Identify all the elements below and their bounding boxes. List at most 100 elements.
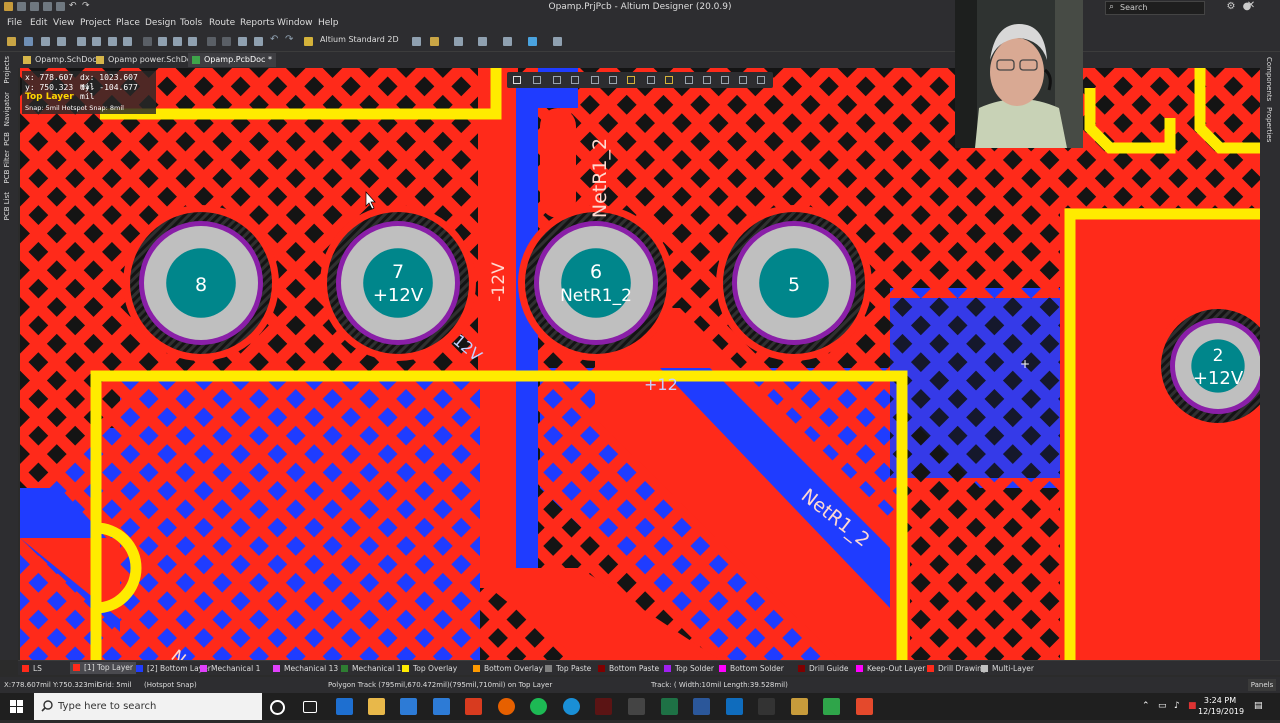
panel-tab-pcb[interactable]: PCB — [3, 132, 11, 146]
menu-edit[interactable]: Edit — [30, 18, 47, 28]
edge-icon[interactable] — [336, 698, 353, 715]
undo-icon[interactable]: ↶ — [270, 34, 279, 45]
view-mode-select[interactable]: Altium Standard 2D — [320, 35, 399, 47]
word-icon[interactable] — [693, 698, 710, 715]
save-icon[interactable] — [24, 37, 33, 46]
excel-icon[interactable] — [661, 698, 678, 715]
pcb-canvas[interactable]: 87+12V6NetR1_2 52+12V NetR1_2 -12V 12V +1… — [20, 68, 1260, 660]
string-icon[interactable] — [739, 76, 747, 84]
menu-window[interactable]: Window — [277, 18, 313, 28]
firefox-icon[interactable] — [498, 698, 515, 715]
pad-7[interactable]: 7+12V — [320, 205, 476, 361]
tray-expand-icon[interactable]: ⌃ — [1142, 701, 1150, 711]
zoom-fit-icon[interactable] — [77, 37, 86, 46]
layer-tab-keep-out-layer[interactable]: Keep-Out Layer — [856, 664, 925, 673]
start-button[interactable] — [0, 693, 34, 720]
notification-icon[interactable]: ▤ — [1254, 701, 1263, 711]
panel-tab-pcb-list[interactable]: PCB List — [3, 192, 11, 220]
pad-6[interactable]: 6 NetR1_2 — [518, 205, 674, 361]
app-icon[interactable] — [823, 698, 840, 715]
layer-tab-bottom-overlay[interactable]: Bottom Overlay — [473, 664, 543, 673]
menu-design[interactable]: Design — [145, 18, 176, 28]
align-icon[interactable] — [454, 37, 463, 46]
place-icon[interactable] — [478, 37, 487, 46]
filter-icon[interactable] — [513, 76, 521, 84]
fill-icon[interactable] — [685, 76, 693, 84]
redo-icon[interactable]: ↷ — [285, 34, 294, 45]
move-icon[interactable] — [222, 37, 231, 46]
cross-probe-icon[interactable] — [304, 37, 313, 46]
dimension-icon[interactable] — [503, 37, 512, 46]
clock[interactable]: 3:24 PM 12/19/2019 — [1198, 695, 1244, 717]
settings-icon[interactable]: ⚙ — [1224, 1, 1238, 13]
menu-project[interactable]: Project — [80, 18, 111, 28]
select-icon[interactable] — [571, 76, 579, 84]
via-icon[interactable] — [665, 76, 673, 84]
close-icon[interactable]: ✕ — [1244, 0, 1258, 12]
menu-reports[interactable]: Reports — [240, 18, 275, 28]
grid-icon[interactable] — [553, 37, 562, 46]
panel-tab-pcb-filter[interactable]: PCB Filter — [3, 150, 11, 183]
layer-tab-bottom-solder[interactable]: Bottom Solder — [719, 664, 784, 673]
network-icon[interactable]: ▭ — [1158, 701, 1167, 711]
paste-icon[interactable] — [173, 37, 182, 46]
pad-8[interactable]: 8 — [123, 205, 279, 361]
align-icon[interactable] — [591, 76, 599, 84]
tab-opamp-power-schdoc[interactable]: Opamp power.SchDoc — [92, 53, 200, 67]
layer-tab-mechanical-15[interactable]: Mechanical 15 — [341, 664, 406, 673]
tab-opamp-schdoc[interactable]: Opamp.SchDoc — [19, 53, 101, 67]
menu-view[interactable]: View — [53, 18, 74, 28]
cut-icon[interactable] — [143, 37, 152, 46]
copy-icon[interactable] — [158, 37, 167, 46]
layer-tab-multi-layer[interactable]: Multi-Layer — [981, 664, 1034, 673]
dimension-icon[interactable] — [721, 76, 729, 84]
layer-tab-mechanical-1[interactable]: Mechanical 1 — [200, 664, 260, 673]
cortana-icon[interactable] — [270, 700, 285, 715]
app-icon[interactable] — [758, 698, 775, 715]
line-icon[interactable] — [757, 76, 765, 84]
route-icon[interactable] — [430, 37, 439, 46]
volume-icon[interactable]: ♪ — [1174, 701, 1180, 711]
filezilla-icon[interactable] — [465, 698, 482, 715]
layer-tab-drill-drawing[interactable]: Drill Drawing — [927, 664, 987, 673]
store-icon[interactable] — [400, 698, 417, 715]
print-preview-icon[interactable] — [57, 37, 66, 46]
select-area-icon[interactable] — [207, 37, 216, 46]
panel-tab-navigator[interactable]: Navigator — [3, 92, 11, 126]
layer-tab-mechanical-13[interactable]: Mechanical 13 — [273, 664, 338, 673]
route-icon[interactable] — [627, 76, 635, 84]
layer-tab-drill-guide[interactable]: Drill Guide — [798, 664, 849, 673]
layer-tab-bottom-paste[interactable]: Bottom Paste — [598, 664, 659, 673]
rubber-stamp-icon[interactable] — [188, 37, 197, 46]
app-icon[interactable] — [595, 698, 612, 715]
mail-icon[interactable] — [433, 698, 450, 715]
menu-place[interactable]: Place — [116, 18, 140, 28]
zoom-area-icon[interactable] — [92, 37, 101, 46]
panel-tab-projects[interactable]: Projects — [3, 56, 11, 84]
search-box[interactable]: ⌕ Search — [1105, 1, 1205, 15]
print-icon[interactable] — [41, 37, 50, 46]
menu-tools[interactable]: Tools — [180, 18, 202, 28]
open-folder-icon[interactable] — [7, 37, 16, 46]
zoom-selected-icon[interactable] — [108, 37, 117, 46]
layer-tab-1-top-layer[interactable]: [1] Top Layer — [70, 662, 136, 674]
file-explorer-icon[interactable] — [368, 698, 385, 715]
taskbar-search[interactable]: Type here to search — [34, 693, 262, 720]
polygon-icon[interactable] — [609, 76, 617, 84]
outlook-icon[interactable] — [726, 698, 743, 715]
panels-button[interactable]: Panels — [1248, 679, 1276, 691]
layer-tab-top-overlay[interactable]: Top Overlay — [402, 664, 457, 673]
spotify-icon[interactable] — [530, 698, 547, 715]
layer-tab-top-solder[interactable]: Top Solder — [664, 664, 714, 673]
tab-opamp-pcbdoc[interactable]: Opamp.PcbDoc * — [188, 53, 276, 67]
app-icon[interactable] — [563, 698, 580, 715]
layer-tab-top-paste[interactable]: Top Paste — [545, 664, 591, 673]
keepout-icon[interactable] — [703, 76, 711, 84]
menu-help[interactable]: Help — [318, 18, 339, 28]
deselect-icon[interactable] — [238, 37, 247, 46]
panel-tab-components[interactable]: Components — [1265, 57, 1273, 101]
task-view-icon[interactable] — [303, 701, 317, 713]
tray-app-icon[interactable]: ■ — [1188, 701, 1197, 711]
rooms-icon[interactable] — [528, 37, 537, 46]
panel-tab-properties[interactable]: Properties — [1265, 107, 1273, 142]
